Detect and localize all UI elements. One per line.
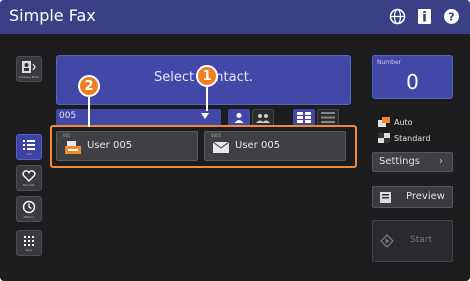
option-auto: Auto: [378, 117, 413, 127]
number-value: 0: [406, 70, 419, 94]
heart-icon: [22, 169, 36, 182]
single-user-toggle[interactable]: [228, 109, 250, 126]
option-standard-label: Standard: [394, 133, 431, 143]
auto-icon: [378, 117, 390, 127]
sidebar-item-label: Address Book: [18, 74, 40, 79]
standard-icon: [378, 133, 390, 143]
contact-name: User 005: [235, 140, 281, 151]
keypad-icon: [24, 235, 34, 246]
preview-icon: [380, 192, 391, 203]
address-book-icon: [22, 60, 36, 73]
start-label: Start: [410, 235, 432, 245]
contact-id: 005: [63, 133, 71, 138]
contact-id: 0005: [211, 133, 222, 138]
clock-icon: [22, 200, 36, 213]
sidebar-item-keypad[interactable]: Keys: [16, 230, 42, 256]
list-icon: [23, 139, 35, 150]
list-view-toggle[interactable]: [317, 109, 339, 126]
title-bar: Simple Fax ?: [0, 0, 470, 34]
sidebar-item-list[interactable]: List: [16, 134, 42, 160]
callout-1: 1: [196, 65, 218, 87]
filter-value: 005: [59, 111, 77, 121]
sidebar-item-address-book[interactable]: Address Book: [16, 56, 42, 82]
option-auto-label: Auto: [394, 117, 413, 127]
group-icon: [256, 113, 270, 123]
callout-1-leader: [206, 87, 208, 111]
sidebar-item-favorite[interactable]: Favorite: [16, 165, 42, 191]
dropdown-arrow-icon: [201, 113, 209, 119]
option-standard: Standard: [378, 133, 430, 143]
sidebar-item-label: Keys: [25, 247, 33, 252]
group-toggle[interactable]: [252, 109, 274, 126]
info-icon[interactable]: [416, 8, 433, 25]
filter-row: 005: [56, 109, 351, 126]
sidebar-item-label: Favorite: [23, 182, 35, 187]
app-title: Simple Fax: [9, 6, 96, 25]
number-label: Number: [377, 59, 402, 66]
sidebar-item-label: List: [26, 151, 32, 156]
contact-card[interactable]: 0005 User 005: [204, 131, 346, 161]
number-display[interactable]: Number 0: [372, 55, 453, 99]
chevron-right-icon: ›: [439, 156, 443, 167]
grid-view-toggle[interactable]: [293, 109, 315, 126]
fax-screen: Simple Fax ? Address Book List Favorite …: [0, 0, 470, 281]
search-filter-dropdown[interactable]: 005: [56, 109, 221, 126]
settings-button[interactable]: Settings ›: [372, 152, 453, 172]
start-button[interactable]: Start: [372, 220, 453, 262]
svg-text:?: ?: [448, 11, 454, 24]
settings-label: Settings: [379, 156, 421, 167]
callout-2: 2: [78, 75, 100, 97]
contact-name: User 005: [87, 140, 133, 151]
sidebar-item-history[interactable]: History: [16, 196, 42, 222]
email-icon: [213, 141, 229, 153]
callout-2-leader: [88, 97, 90, 127]
preview-button[interactable]: Preview: [372, 186, 453, 208]
start-icon: [380, 234, 394, 248]
single-user-icon: [234, 112, 244, 123]
contact-card[interactable]: 005 User 005: [56, 131, 198, 161]
grid-view-icon: [297, 112, 311, 123]
fax-icon: [65, 141, 81, 154]
globe-icon[interactable]: [389, 8, 406, 25]
preview-label: Preview: [406, 191, 445, 202]
help-icon[interactable]: ?: [443, 8, 460, 25]
sidebar-item-label: History: [23, 214, 35, 219]
list-view-icon: [321, 112, 335, 123]
